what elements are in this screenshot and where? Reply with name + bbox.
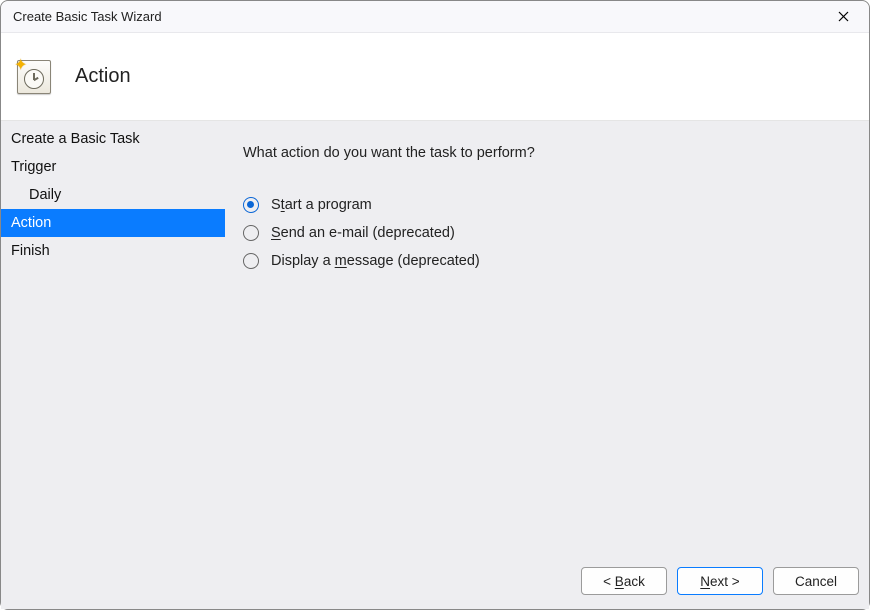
wizard-header: ✦ Action [1, 33, 869, 121]
label-display-message[interactable]: Display a message (deprecated) [271, 253, 480, 269]
wizard-window: Create Basic Task Wizard ✦ Action Create… [0, 0, 870, 610]
close-button[interactable] [827, 3, 859, 31]
label-send-email[interactable]: Send an e-mail (deprecated) [271, 225, 455, 241]
action-option-send-email[interactable]: Send an e-mail (deprecated) [243, 225, 841, 241]
sidebar-step-trigger[interactable]: Trigger [1, 153, 225, 181]
titlebar: Create Basic Task Wizard [1, 1, 869, 33]
close-icon [838, 11, 849, 22]
sidebar-step-finish[interactable]: Finish [1, 237, 225, 265]
task-scheduler-icon: ✦ [17, 60, 51, 94]
sidebar-step-action[interactable]: Action [1, 209, 225, 237]
action-option-start-program[interactable]: Start a program [243, 197, 841, 213]
page-title: Action [75, 65, 131, 88]
radio-start-program[interactable] [243, 197, 259, 213]
back-button[interactable]: < Back [581, 567, 667, 595]
radio-send-email[interactable] [243, 225, 259, 241]
radio-display-message[interactable] [243, 253, 259, 269]
action-option-display-message[interactable]: Display a message (deprecated) [243, 253, 841, 269]
wizard-steps-sidebar: Create a Basic TaskTriggerDailyActionFin… [1, 121, 225, 559]
sidebar-step-create-a-basic-task[interactable]: Create a Basic Task [1, 125, 225, 153]
wizard-footer: < Back Next > Cancel [1, 559, 869, 609]
action-options-group: Start a program Send an e-mail (deprecate… [243, 197, 841, 269]
wizard-body: Create a Basic TaskTriggerDailyActionFin… [1, 121, 869, 559]
wizard-content: What action do you want the task to perf… [225, 121, 869, 559]
cancel-button[interactable]: Cancel [773, 567, 859, 595]
next-button[interactable]: Next > [677, 567, 763, 595]
sidebar-step-daily[interactable]: Daily [1, 181, 225, 209]
action-prompt: What action do you want the task to perf… [243, 145, 841, 161]
label-start-program[interactable]: Start a program [271, 197, 372, 213]
window-title: Create Basic Task Wizard [13, 9, 827, 24]
